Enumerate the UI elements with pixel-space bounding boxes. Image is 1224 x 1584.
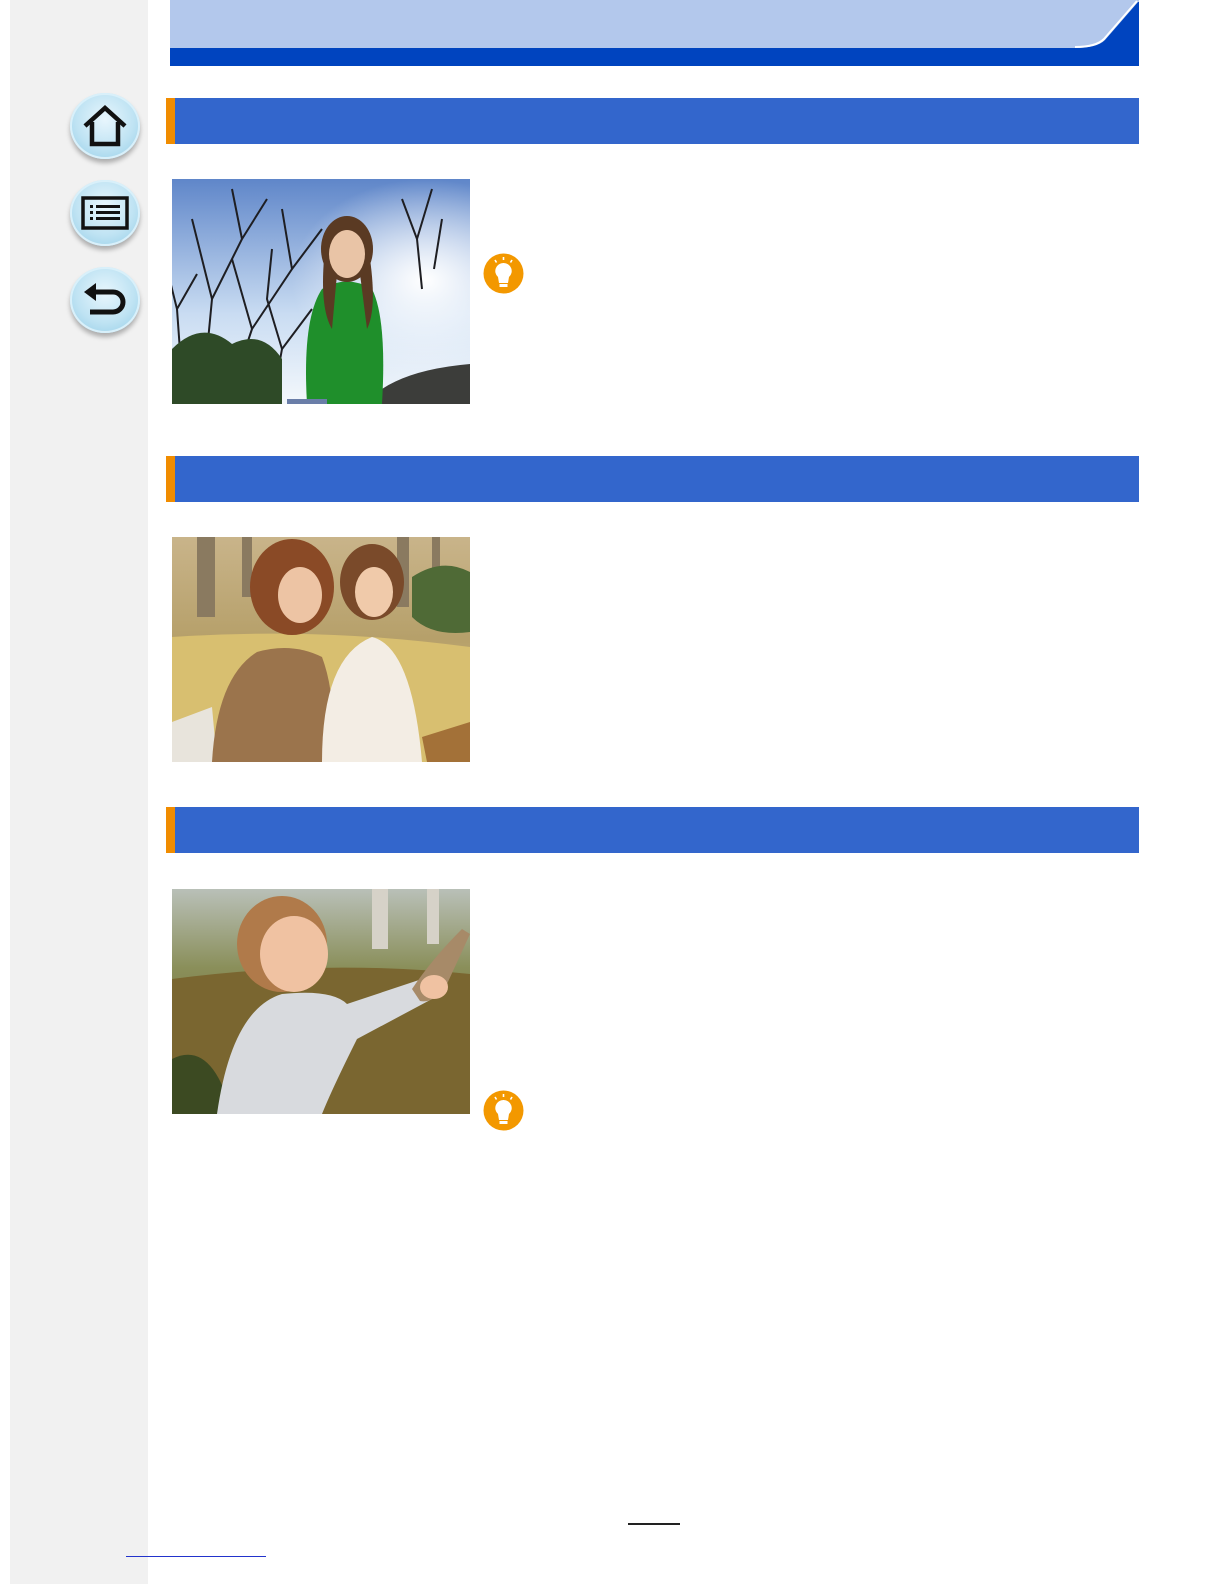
section-header-3: [166, 807, 1139, 853]
header-corner-decoration: [1075, 0, 1139, 66]
home-button[interactable]: [70, 93, 140, 159]
footer-link[interactable]: [126, 1556, 266, 1557]
page-number-underline: [628, 1523, 680, 1525]
back-button[interactable]: [70, 267, 140, 333]
home-icon: [83, 104, 127, 147]
portrait-photo-1: [172, 179, 470, 404]
portrait-photo-3: [172, 889, 470, 1114]
section-header-2: [166, 456, 1139, 502]
page-header: [170, 0, 1139, 50]
contents-list-icon: [81, 196, 129, 230]
tip-lightbulb-icon: [483, 1090, 524, 1131]
tip-lightbulb-icon: [483, 253, 524, 294]
portrait-photo-2: [172, 537, 470, 762]
section-header-1: [166, 98, 1139, 144]
back-arrow-icon: [84, 283, 126, 315]
header-underline-bar: [170, 48, 1139, 66]
contents-button[interactable]: [70, 180, 140, 246]
